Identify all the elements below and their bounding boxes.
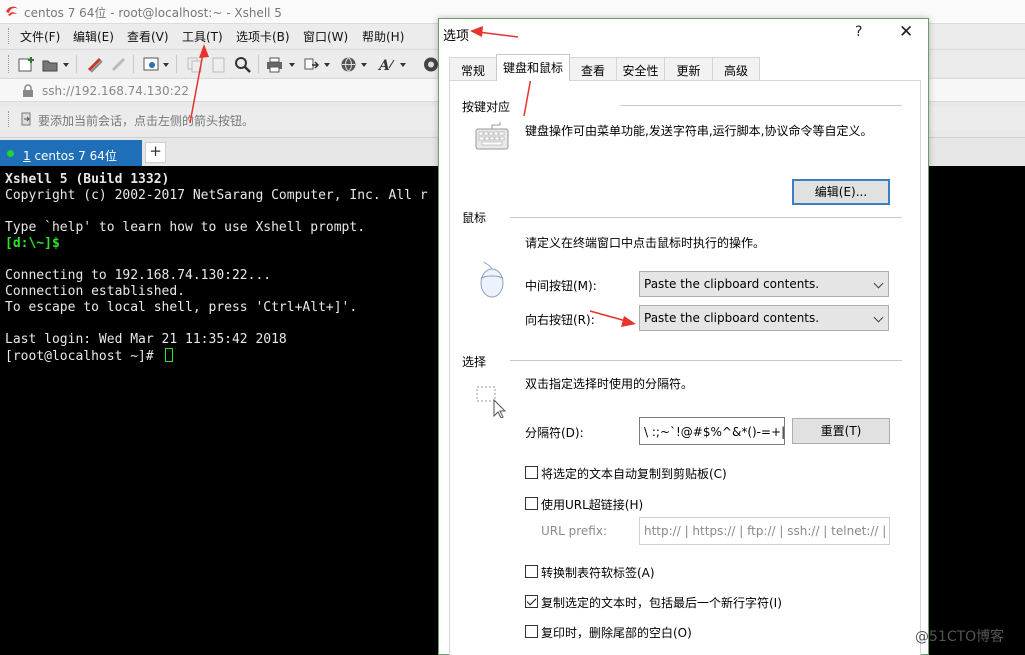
url-prefix-label: URL prefix: — [541, 524, 607, 538]
tab-update[interactable]: 更新 — [664, 57, 713, 80]
url-prefix-input[interactable]: http:// | https:// | ftp:// | ssh:// | t… — [639, 517, 890, 545]
close-button[interactable]: ✕ — [899, 22, 913, 42]
annotation-arrow-right-button — [589, 310, 636, 327]
window-title: centos 7 64位 - root@localhost:~ - Xshell… — [24, 6, 282, 20]
mouse-icon — [480, 261, 504, 298]
disconnect-icon[interactable] — [110, 56, 127, 73]
right-button-label: 向右按钮(R): — [525, 313, 595, 327]
terminal-line: Connection established. — [5, 284, 186, 299]
address-text[interactable]: ssh://192.168.74.130:22 — [42, 84, 189, 98]
properties-icon[interactable] — [143, 56, 160, 73]
checkbox-box[interactable] — [525, 625, 538, 638]
checkbox-box[interactable] — [525, 565, 538, 578]
options-dialog: 选项 ? ✕ 常规 键盘和鼠标 查看 安全性 更新 高级 按键对应 键盘操作可由… — [438, 18, 929, 655]
toolbar-separator — [176, 55, 177, 73]
toolbar-separator — [76, 55, 77, 73]
print-dropdown-caret[interactable] — [289, 63, 295, 67]
menu-window[interactable]: 窗口(W) — [303, 28, 348, 45]
properties-dropdown-caret[interactable] — [163, 63, 169, 67]
checkbox-box[interactable] — [525, 497, 538, 510]
svg-text:A: A — [378, 58, 390, 73]
terminal-line: Type `help' to learn how to use Xshell p… — [5, 220, 366, 235]
right-button-select[interactable]: Paste the clipboard contents. — [639, 305, 889, 331]
toolbar-separator — [258, 55, 259, 73]
watermark: @51CTO博客 — [915, 629, 1005, 645]
middle-button-label: 中间按钮(M): — [525, 279, 597, 293]
menu-view[interactable]: 查看(V) — [127, 28, 169, 45]
print-icon[interactable] — [266, 56, 283, 73]
session-tab[interactable]: 1 centos 7 64位 — [0, 140, 142, 166]
terminal-line: Last login: Wed Mar 21 11:35:42 2018 — [5, 332, 287, 347]
checkbox-box-checked[interactable] — [525, 595, 538, 608]
terminal-line: Copyright (c) 2002-2017 NetSarang Comput… — [5, 188, 428, 203]
checkbox-box[interactable] — [525, 466, 538, 479]
keyboard-icon — [475, 122, 509, 150]
delimiter-input[interactable]: \ :;~`!@#$%^&*()-=+|[]{ — [639, 417, 785, 445]
annotation-arrow-tools — [189, 44, 209, 124]
lock-icon — [23, 84, 33, 97]
transfer-dropdown-caret[interactable] — [324, 63, 330, 67]
middle-button-select[interactable]: Paste the clipboard contents. — [639, 271, 889, 297]
transfer-icon[interactable] — [303, 56, 320, 73]
tab-view[interactable]: 查看 — [569, 57, 617, 80]
chevron-down-icon — [873, 312, 884, 323]
selection-section-title: 选择 — [462, 355, 487, 369]
keyboard-mouse-panel: 按键对应 键盘操作可由菜单功能,发送字符串,运行脚本,协议命令等自定义。 编辑(… — [449, 80, 921, 655]
session-tab-label: 1 centos 7 64位 — [23, 149, 117, 163]
reset-button[interactable]: 重置(T) — [792, 418, 890, 444]
tab-keyboard-mouse[interactable]: 键盘和鼠标 — [496, 54, 570, 81]
globe-dropdown-caret[interactable] — [361, 63, 367, 67]
toolbar-separator — [133, 55, 134, 73]
help-button[interactable]: ? — [855, 24, 862, 40]
selection-cursor-icon — [476, 386, 507, 418]
tab-advanced[interactable]: 高级 — [712, 57, 760, 80]
script-icon[interactable] — [422, 56, 439, 73]
session-grip — [8, 111, 11, 127]
terminal-shell-prompt: [root@localhost ~]# — [5, 348, 173, 364]
open-folder-icon[interactable] — [42, 56, 59, 73]
terminal-line: To escape to local shell, press 'Ctrl+Al… — [5, 300, 358, 315]
menu-tabs[interactable]: 选项卡(B) — [236, 28, 290, 45]
font-dropdown-caret[interactable] — [400, 63, 406, 67]
keyboard-section-title: 按键对应 — [462, 100, 511, 114]
section-divider — [510, 217, 902, 218]
menu-grip — [8, 28, 11, 44]
find-icon[interactable] — [234, 56, 251, 73]
xshell-logo-icon — [6, 6, 18, 16]
menu-help[interactable]: 帮助(H) — [362, 28, 404, 45]
connected-status-icon — [7, 150, 14, 157]
section-divider — [620, 105, 902, 106]
mouse-section-title: 鼠标 — [462, 211, 487, 225]
delimiter-label: 分隔符(D): — [525, 426, 584, 440]
toolbar-grip — [8, 55, 11, 73]
mouse-description: 请定义在终端窗口中点击鼠标时执行的操作。 — [525, 236, 766, 250]
menu-edit[interactable]: 编辑(E) — [73, 28, 114, 45]
new-tab-button[interactable]: + — [145, 142, 166, 163]
session-hint-text: 要添加当前会话，点击左侧的箭头按钮。 — [38, 114, 255, 128]
font-icon[interactable]: A — [378, 56, 395, 73]
menu-file[interactable]: 文件(F) — [20, 28, 60, 45]
terminal-line: Xshell 5 (Build 1332) — [5, 172, 170, 187]
new-session-icon[interactable] — [18, 56, 35, 73]
reconnect-icon[interactable] — [86, 56, 103, 73]
edit-keymap-button[interactable]: 编辑(E)... — [792, 179, 890, 205]
terminal-prompt: [d:\~]$ — [5, 236, 60, 251]
annotation-arrow-title — [470, 26, 519, 38]
add-session-arrow-icon[interactable] — [20, 112, 32, 126]
globe-icon[interactable] — [340, 56, 357, 73]
tab-general[interactable]: 常规 — [449, 57, 497, 80]
tab-security[interactable]: 安全性 — [616, 57, 665, 80]
terminal-cursor — [164, 348, 173, 362]
open-dropdown-caret[interactable] — [63, 63, 69, 67]
keyboard-description: 键盘操作可由菜单功能,发送字符串,运行脚本,协议命令等自定义。 — [525, 124, 873, 138]
section-divider — [510, 360, 902, 361]
terminal-line: Connecting to 192.168.74.130:22... — [5, 268, 272, 283]
chevron-down-icon — [873, 278, 884, 289]
selection-description: 双击指定选择时使用的分隔符。 — [525, 377, 694, 391]
